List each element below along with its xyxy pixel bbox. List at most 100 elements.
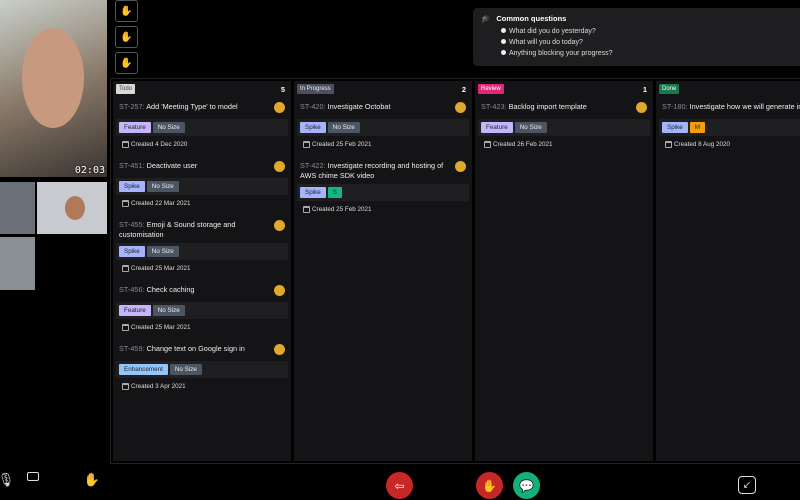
calendar-icon (122, 324, 129, 331)
column-done: Done ST-180: Investigate how we will gen… (656, 81, 800, 461)
ticket-title: Backlog import template (508, 102, 587, 111)
camera-icon[interactable] (24, 472, 42, 481)
size-tag: No Size (514, 122, 547, 133)
size-tag: No Size (327, 122, 360, 133)
column-label: Todo (116, 84, 136, 94)
assignee-avatar (274, 344, 285, 355)
column-label: In Progress (297, 84, 334, 94)
size-tag: No Size (146, 181, 179, 192)
ticket-title: Deactivate user (146, 161, 198, 170)
type-tag: Enhancement (119, 364, 168, 375)
calendar-icon (484, 141, 491, 148)
ticket-id: ST-459: (119, 344, 145, 353)
assignee-avatar (274, 161, 285, 172)
calendar-icon (665, 141, 672, 148)
type-tag: Spike (300, 187, 326, 198)
column-in-progress: In Progress 2 ST-420: Investigate Octoba… (294, 81, 472, 461)
size-tag: No Size (152, 122, 185, 133)
size-tag: No Size (146, 246, 179, 257)
ticket-title: Change text on Google sign in (146, 344, 245, 353)
created-date: Created 26 Feb 2021 (493, 141, 553, 148)
column-count: 2 (461, 84, 466, 94)
ticket-id: ST-455: (119, 220, 145, 229)
question-item: Anything blocking your progress? (501, 48, 792, 59)
ticket-id: ST-422: (300, 161, 326, 170)
ticket-id: ST-420: (300, 102, 326, 111)
assignee-avatar (636, 102, 647, 113)
graduation-cap-icon: 🎓 (481, 14, 491, 23)
created-date: Created 8 Aug 2020 (674, 141, 731, 148)
assignee-avatar (455, 102, 466, 113)
ticket-card[interactable]: ST-423: Backlog import template Feature … (478, 99, 650, 156)
assignee-avatar (274, 102, 285, 113)
participant-video-tile (0, 182, 35, 234)
microphone-icon[interactable]: 🎙 (0, 472, 14, 488)
type-tag: Spike (119, 246, 145, 257)
column-count: 5 (280, 84, 285, 94)
chat-button[interactable]: 💬 (513, 472, 540, 499)
column-count: 1 (642, 84, 647, 94)
minimize-icon[interactable]: ↙ (738, 476, 756, 494)
size-tag: S (327, 187, 342, 198)
ticket-card[interactable]: ST-456: Check caching Feature No Size Cr… (116, 282, 288, 339)
created-date: Created 25 Mar 2021 (131, 324, 191, 331)
ticket-id: ST-423: (481, 102, 507, 111)
ticket-id: ST-456: (119, 285, 145, 294)
call-timer: 02:03 (74, 165, 105, 176)
kanban-board: Todo 5 ST-257: Add 'Meeting Type' to mod… (110, 78, 800, 464)
assignee-avatar (274, 285, 285, 296)
size-tag: No Size (169, 364, 202, 375)
created-date: Created 22 Mar 2021 (131, 200, 191, 207)
type-tag: Feature (119, 122, 151, 133)
assignee-avatar (274, 220, 285, 231)
ticket-card[interactable]: ST-455: Emoji & Sound storage and custom… (116, 217, 288, 280)
ticket-id: ST-451: (119, 161, 145, 170)
ticket-title: Check caching (146, 285, 195, 294)
calendar-icon (122, 200, 129, 207)
ticket-id: ST-257: (119, 102, 145, 111)
raise-hand-button[interactable]: ✋ (115, 0, 138, 22)
leave-call-button[interactable]: ⇦ (386, 472, 413, 499)
created-date: Created 25 Feb 2021 (312, 206, 372, 213)
size-tag: No Size (152, 305, 185, 316)
ticket-card[interactable]: ST-180: Investigate how we will generate… (659, 99, 800, 156)
calendar-icon (303, 206, 310, 213)
raise-hand-button[interactable]: ✋ (115, 26, 138, 48)
common-questions-title: Common questions (496, 14, 567, 23)
ticket-title: Investigate Octobat (327, 102, 391, 111)
calendar-icon (303, 141, 310, 148)
column-label: Done (659, 84, 680, 94)
lower-hand-button[interactable]: ✋ (476, 472, 503, 499)
type-tag: Feature (481, 122, 513, 133)
ticket-card[interactable]: ST-422: Investigate recording and hostin… (297, 158, 469, 221)
created-date: Created 4 Dec 2020 (131, 141, 188, 148)
type-tag: Spike (300, 122, 326, 133)
created-date: Created 25 Mar 2021 (131, 265, 191, 272)
assignee-avatar (455, 161, 466, 172)
question-item: What did you do yesterday? (501, 26, 792, 37)
column-todo: Todo 5 ST-257: Add 'Meeting Type' to mod… (113, 81, 291, 461)
column-review: Review 1 ST-423: Backlog import template… (475, 81, 653, 461)
ticket-card[interactable]: ST-459: Change text on Google sign in En… (116, 341, 288, 398)
calendar-icon (122, 383, 129, 390)
raise-hand-button[interactable]: ✋ (115, 52, 138, 74)
main-video-tile: 02:03 (0, 0, 107, 177)
calendar-icon (122, 265, 129, 272)
ticket-card[interactable]: ST-451: Deactivate user Spike No Size Cr… (116, 158, 288, 215)
calendar-icon (122, 141, 129, 148)
common-questions-panel: 🎓 Common questions What did you do yester… (473, 8, 800, 66)
participant-video-tile (0, 237, 35, 290)
created-date: Created 25 Feb 2021 (312, 141, 372, 148)
created-date: Created 3 Apr 2021 (131, 383, 186, 390)
ticket-card[interactable]: ST-257: Add 'Meeting Type' to model Feat… (116, 99, 288, 156)
question-item: What will you do today? (501, 37, 792, 48)
raise-hand-icon[interactable]: ✋ (83, 472, 101, 488)
ticket-title: Add 'Meeting Type' to model (146, 102, 238, 111)
ticket-title: Investigate how we will generate inv (689, 102, 800, 111)
ticket-card[interactable]: ST-420: Investigate Octobat Spike No Siz… (297, 99, 469, 156)
type-tag: Spike (662, 122, 688, 133)
ticket-id: ST-180: (662, 102, 688, 111)
type-tag: Feature (119, 305, 151, 316)
type-tag: Spike (119, 181, 145, 192)
participant-video-tile (37, 182, 107, 234)
